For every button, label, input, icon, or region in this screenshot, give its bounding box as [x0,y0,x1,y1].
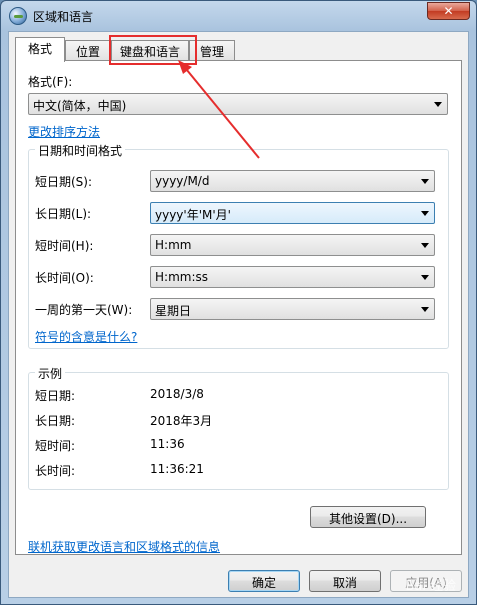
chevron-down-icon [421,307,429,312]
region-language-window: 区域和语言 ✕ 格式 位置 键盘和语言 管理 格式(F): 中文(简体，中国) … [0,0,477,605]
format-select[interactable]: 中文(简体，中国) [28,93,448,115]
example-short-time-value: 11:36 [150,437,185,451]
long-date-value: yyyy'年'M'月' [155,208,231,222]
ok-button[interactable]: 确定 [228,570,300,592]
dialog-client-area: 格式 位置 键盘和语言 管理 格式(F): 中文(简体，中国) 更改排序方法 日… [8,31,469,598]
example-group-title: 示例 [35,365,66,382]
cancel-button[interactable]: 取消 [309,570,381,592]
long-date-select[interactable]: yyyy'年'M'月' [150,202,435,224]
title-bar[interactable]: 区域和语言 ✕ [1,1,476,31]
globe-icon [9,7,27,25]
example-long-date-value: 2018年3月 [150,414,213,428]
tab-administrative[interactable]: 管理 [189,40,235,60]
short-time-value: H:mm [155,238,192,252]
chevron-down-icon [421,179,429,184]
short-time-select[interactable]: H:mm [150,234,435,256]
format-label: 格式(F): [28,75,73,89]
format-select-value: 中文(简体，中国) [33,99,127,113]
short-date-select[interactable]: yyyy/M/d [150,170,435,192]
watermark: Bai 经验 [405,579,456,594]
symbol-meaning-link[interactable]: 符号的含意是什么? [35,328,137,345]
long-time-value: H:mm:ss [155,270,208,284]
example-short-date-value: 2018/3/8 [150,387,204,401]
datetime-format-group: 日期和时间格式 短日期(S): yyyy/M/d 长日期(L): yyyy'年'… [28,142,449,349]
chevron-down-icon [421,243,429,248]
chevron-down-icon [421,275,429,280]
short-date-label: 短日期(S): [35,175,93,189]
window-title: 区域和语言 [33,10,94,24]
first-day-select[interactable]: 星期日 [150,298,435,320]
tab-keyboard-language[interactable]: 键盘和语言 [111,40,189,60]
example-long-time-label: 长时间: [35,464,76,478]
format-tab-panel: 格式(F): 中文(简体，中国) 更改排序方法 日期和时间格式 短日期(S): … [15,60,462,555]
datetime-group-title: 日期和时间格式 [35,142,126,159]
tab-location[interactable]: 位置 [65,40,111,60]
first-day-label: 一周的第一天(W): [35,303,133,317]
example-short-time-label: 短时间: [35,439,76,453]
change-sort-link[interactable]: 更改排序方法 [28,123,100,140]
long-time-select[interactable]: H:mm:ss [150,266,435,288]
example-long-date-label: 长日期: [35,414,76,428]
example-group: 示例 短日期: 2018/3/8 长日期: 2018年3月 短时间: 11:36… [28,365,449,490]
example-short-date-label: 短日期: [35,389,76,403]
example-long-time-value: 11:36:21 [150,462,204,476]
chevron-down-icon [434,102,442,107]
short-time-label: 短时间(H): [35,239,94,253]
long-time-label: 长时间(O): [35,271,94,285]
online-info-link[interactable]: 联机获取更改语言和区域格式的信息 [28,538,220,555]
close-button[interactable]: ✕ [427,2,470,20]
long-date-label: 长日期(L): [35,207,92,221]
chevron-down-icon [421,211,429,216]
short-date-value: yyyy/M/d [155,174,210,188]
other-settings-button[interactable]: 其他设置(D)... [310,506,426,528]
first-day-value: 星期日 [155,304,192,318]
tab-format[interactable]: 格式 [15,37,65,62]
